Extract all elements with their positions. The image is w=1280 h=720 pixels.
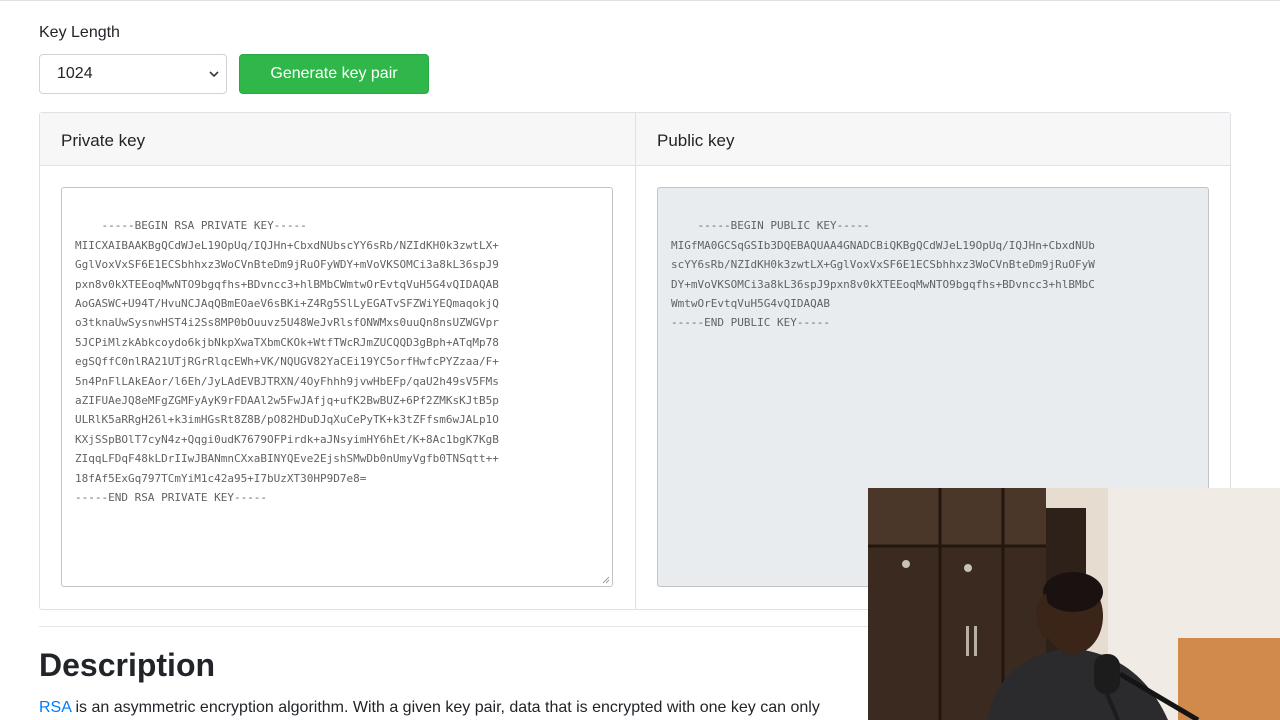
webcam-overlay (868, 488, 1280, 720)
private-key-title: Private key (61, 131, 146, 150)
description-text: is an asymmetric encryption algorithm. W… (71, 699, 820, 716)
key-length-select[interactable]: 1024 (39, 54, 227, 94)
description-heading: Description (39, 647, 216, 683)
public-key-text: -----BEGIN PUBLIC KEY----- MIGfMA0GCSqGS… (671, 219, 1095, 330)
key-length-label: Key Length (39, 24, 120, 41)
panel-divider (635, 113, 636, 609)
rsa-link[interactable]: RSA (39, 699, 71, 716)
chevron-down-icon (209, 71, 219, 78)
webcam-scene (868, 488, 1280, 720)
key-length-value: 1024 (57, 65, 93, 82)
private-key-text: -----BEGIN RSA PRIVATE KEY----- MIICXAIB… (75, 219, 499, 505)
private-key-textarea[interactable]: -----BEGIN RSA PRIVATE KEY----- MIICXAIB… (61, 187, 613, 587)
generate-key-pair-button[interactable]: Generate key pair (239, 54, 429, 94)
description-paragraph: RSA is an asymmetric encryption algorith… (39, 699, 820, 717)
resize-handle-icon[interactable] (601, 575, 610, 584)
top-border (0, 0, 1280, 1)
public-key-title: Public key (657, 131, 735, 150)
